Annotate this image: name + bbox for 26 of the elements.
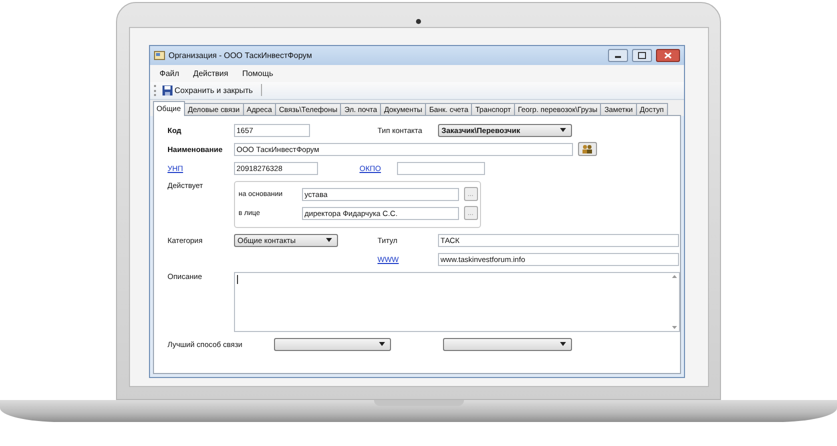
close-icon — [664, 52, 672, 59]
window-title: Организация - ООО ТаскИнвестФорум — [168, 50, 312, 60]
people-icon — [581, 144, 593, 154]
toolbar-grip — [154, 84, 158, 96]
caret-icon — [560, 128, 566, 132]
dropdown[interactable] — [442, 338, 572, 351]
dropdown[interactable] — [274, 338, 390, 351]
scroll-up-icon — [672, 274, 676, 278]
input-field[interactable] — [396, 162, 484, 175]
scroll-down-icon — [672, 326, 676, 329]
caret-icon — [378, 342, 384, 346]
save-close-button[interactable]: Сохранить и закрыть — [162, 84, 253, 96]
menu-item[interactable]: Файл — [160, 68, 180, 78]
text-cursor — [236, 274, 238, 284]
camera-icon — [416, 19, 421, 24]
caret-icon — [326, 238, 332, 242]
close-button[interactable] — [656, 48, 680, 62]
maximize-button[interactable] — [632, 48, 652, 62]
menu-item[interactable]: Действия — [193, 68, 228, 78]
minimize-button[interactable] — [608, 48, 628, 62]
description-field[interactable] — [234, 272, 680, 332]
contacts-button[interactable] — [578, 142, 596, 156]
window-icon — [154, 50, 164, 60]
maximize-icon — [638, 52, 646, 59]
caret-icon — [560, 342, 566, 346]
menu-item[interactable]: Помощь — [242, 68, 274, 78]
